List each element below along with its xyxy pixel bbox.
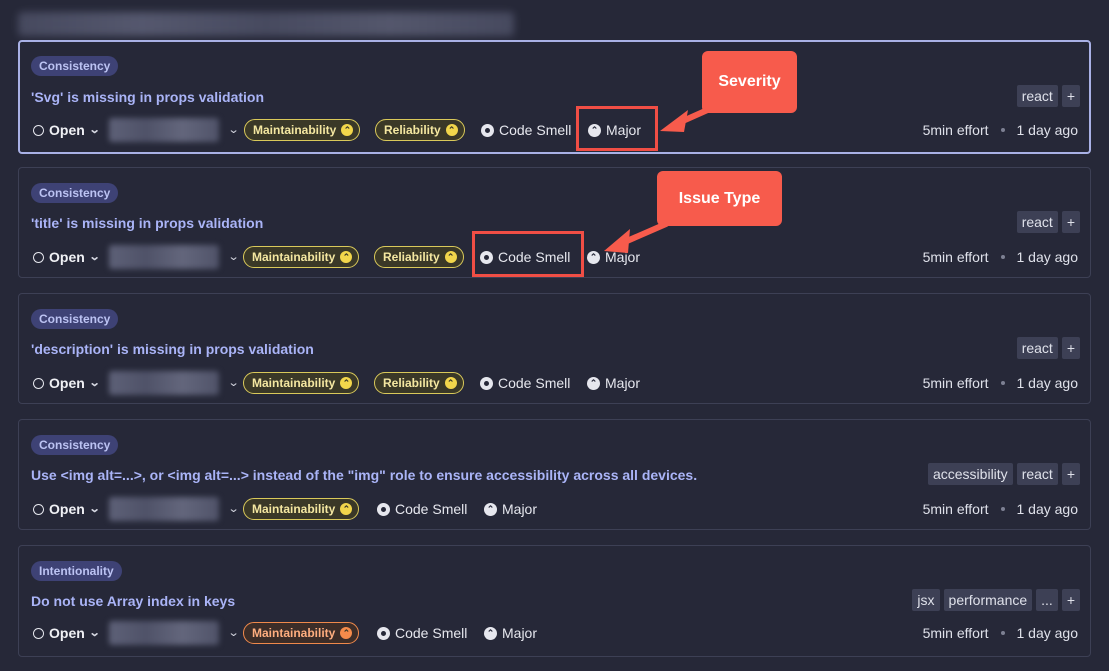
issue-type-arrowhead <box>604 229 630 253</box>
issue-type-callout: Issue Type <box>657 171 782 226</box>
severity-callout: Severity <box>702 51 797 113</box>
annotation-arrows <box>604 105 715 253</box>
severity-arrowhead <box>660 110 688 132</box>
